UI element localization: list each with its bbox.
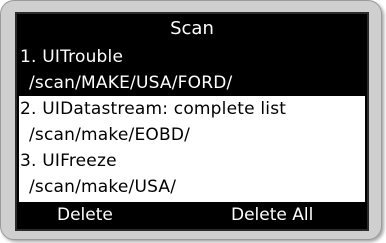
screen-title: Scan [19, 16, 365, 42]
list-item[interactable]: 3. UIFreeze /scan/make/USA/ [19, 148, 365, 200]
softkey-bar: Delete Delete All [19, 204, 365, 226]
list-item-title: 1. UITrouble [20, 47, 124, 67]
list-item-path: /scan/MAKE/USA/FORD/ [29, 73, 233, 93]
list-item-title: 2. UIDatastream: complete list [20, 99, 287, 119]
list-item-path: /scan/make/EOBD/ [29, 125, 191, 145]
list-item-path: /scan/make/USA/ [29, 177, 177, 197]
scan-record-list: 1. UITrouble /scan/MAKE/USA/FORD/ 2. UID… [19, 44, 365, 202]
device-screen: Scan 1. UITrouble /scan/MAKE/USA/FORD/ 2… [15, 12, 369, 231]
list-item[interactable]: 1. UITrouble /scan/MAKE/USA/FORD/ [19, 44, 365, 96]
scanner-device: Scan 1. UITrouble /scan/MAKE/USA/FORD/ 2… [0, 0, 382, 240]
list-item[interactable]: 2. UIDatastream: complete list /scan/mak… [19, 96, 365, 148]
delete-button[interactable]: Delete [57, 204, 113, 226]
list-item-title: 3. UIFreeze [20, 151, 117, 171]
delete-all-button[interactable]: Delete All [231, 204, 313, 226]
